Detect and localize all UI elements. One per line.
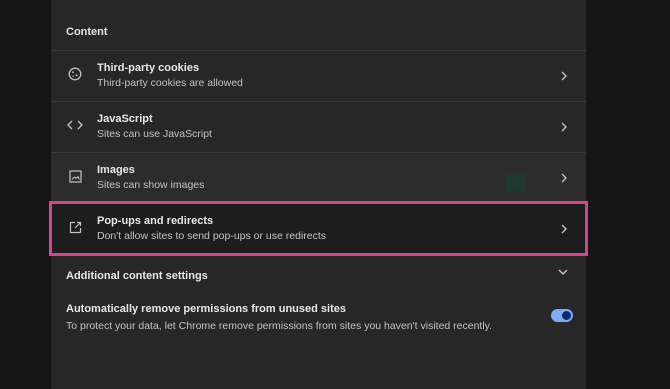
row-label: Pop-ups and redirects <box>97 215 214 227</box>
image-thumbnail <box>506 173 526 191</box>
row-label: Images <box>97 164 135 176</box>
setting-row-third-party-cookies[interactable]: Third-party cookies Third-party cookies … <box>51 50 586 101</box>
chevron-right-icon <box>561 173 567 183</box>
row-description: Don't allow sites to send pop-ups or use… <box>97 230 327 242</box>
row-description: Sites can show images <box>97 179 205 191</box>
row-label: JavaScript <box>97 113 153 125</box>
settings-panel: Content Third-party cookies Third-party … <box>49 0 588 389</box>
code-icon <box>67 117 83 133</box>
open-in-new-icon <box>67 219 83 235</box>
section-title: Content <box>66 26 108 38</box>
row-description: Sites can use JavaScript <box>97 128 212 140</box>
chevron-down-icon <box>558 269 568 275</box>
auto-remove-toggle[interactable] <box>551 309 573 322</box>
auto-remove-permissions-setting: Automatically remove permissions from un… <box>66 303 576 339</box>
chevron-right-icon <box>561 122 567 132</box>
chevron-right-icon <box>561 71 567 81</box>
row-description: Third-party cookies are allowed <box>97 77 243 89</box>
auto-remove-label: Automatically remove permissions from un… <box>66 303 346 315</box>
cookie-icon <box>67 66 83 82</box>
additional-content-label: Additional content settings <box>66 270 208 282</box>
setting-row-popups-redirects[interactable]: Pop-ups and redirects Don't allow sites … <box>49 201 588 256</box>
row-label: Third-party cookies <box>97 62 200 74</box>
additional-content-settings[interactable]: Additional content settings <box>66 266 571 284</box>
chevron-right-icon <box>561 224 567 234</box>
auto-remove-description: To protect your data, let Chrome remove … <box>66 320 493 332</box>
setting-row-javascript[interactable]: JavaScript Sites can use JavaScript <box>51 101 586 152</box>
toggle-knob <box>562 311 571 320</box>
setting-row-images[interactable]: Images Sites can show images <box>51 152 586 203</box>
image-icon <box>67 168 83 184</box>
